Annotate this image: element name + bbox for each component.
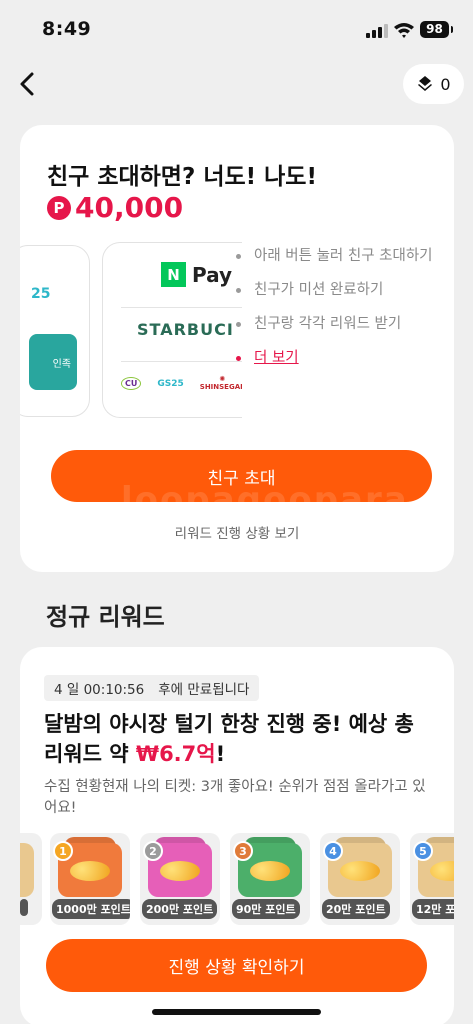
rank-badge: 3 [233,841,253,861]
invite-friend-button[interactable]: 친구 초대 loopagoopara [51,450,432,502]
invite-amount: P 40,000 [47,191,183,224]
store-logos: CU GS25 ✺ SHINSEGAE [121,375,242,391]
brand-card-previous[interactable]: 25 인족 [20,245,90,417]
starbucks-logo: STARBUCI [137,320,234,339]
ticket-count-button[interactable]: 0 [403,64,464,104]
reward-amount: ₩6.7억 [135,742,216,766]
prize-label: 12만 포인트 [412,899,454,919]
coins-icon [70,861,110,881]
gs25-logo: GS25 [157,378,184,389]
brand-card[interactable]: N Pay STARBUCI CU GS25 ✺ SHINSEGAE [102,242,242,418]
point-icon: P [47,195,71,220]
prize-item[interactable]: 3 90만 포인트 [230,833,310,925]
prize-label: 1000만 포인트 [52,899,130,919]
coins-icon [160,861,200,881]
check-progress-button[interactable]: 진행 상황 확인하기 [46,939,427,992]
divider [121,361,242,362]
ticket-count: 0 [440,74,451,94]
invite-amount-value: 40,000 [75,191,184,224]
rank-badge: 4 [323,841,343,861]
divider [121,307,242,308]
cellular-signal-icon [366,24,388,38]
reward-description: 수집 현황현재 나의 티켓: 3개 좋아요! 순위가 점점 올라가고 있어요! [44,779,426,816]
prize-label: 90만 포인트 [232,899,300,919]
status-time: 8:49 [42,18,92,40]
invite-step: 아래 버튼 눌러 친구 초대하기 [236,245,436,267]
ticket-icon [418,76,433,91]
button-watermark: loopagoopara [121,480,409,502]
prize-item[interactable]: 1 1000만 포인트 [50,833,130,925]
reward-progress-link[interactable]: 리워드 진행 상황 보기 [20,522,454,542]
invite-step: 친구가 미션 완료하기 [236,279,436,301]
prize-item-partial[interactable] [20,833,42,925]
rank-badge: 2 [143,841,163,861]
invite-step: 친구랑 각각 리워드 받기 [236,313,436,335]
coins-icon [250,861,290,881]
timer-value: 4 일 00:10:56 [54,682,145,698]
naver-pay-logo: N Pay [161,262,232,287]
rank-badge: 1 [53,841,73,861]
coins-icon [340,861,380,881]
invite-card: 친구 초대하면? 너도! 나도! P 40,000 25 인족 N Pay ST… [20,125,454,572]
prize-item[interactable]: 2 200만 포인트 [140,833,220,925]
naver-n-icon: N [161,262,186,287]
timer-suffix: 후에 만료됩니다 [158,682,250,698]
more-link-item: 더 보기 [236,347,436,369]
rank-badge: 5 [413,841,433,861]
reward-title: 달밤의 야시장 털기 한창 진행 중! 예상 총 리워드 약 ₩6.7억! [44,712,414,766]
prize-label: 200만 포인트 [142,899,218,919]
brand-card-button[interactable]: 인족 [29,334,77,390]
prize-item[interactable]: 5 12만 포인트 [410,833,454,925]
section-title: 정규 리워드 [46,603,165,631]
invite-steps: 아래 버튼 눌러 친구 초대하기 친구가 미션 완료하기 친구랑 각각 리워드 … [236,245,436,381]
status-bar: 8:49 98 [0,0,473,60]
expiry-timer: 4 일 00:10:56 후에 만료됩니다 [44,675,260,701]
cu-logo: CU [121,377,142,391]
prize-item[interactable]: 4 20만 포인트 [320,833,400,925]
gs25-logo-partial: 25 [31,286,51,302]
more-link[interactable]: 더 보기 [254,350,299,366]
invite-title: 친구 초대하면? 너도! 나도! [47,164,317,190]
wifi-icon [394,23,414,38]
battery-icon: 98 [420,21,453,38]
prize-label: 20만 포인트 [322,899,390,919]
prize-carousel[interactable]: 1 1000만 포인트 2 200만 포인트 3 90만 포인트 4 20만 포… [20,833,454,925]
regular-reward-card: 4 일 00:10:56 후에 만료됩니다 달밤의 야시장 털기 한창 진행 중… [20,647,454,1024]
prize-box [20,843,34,897]
home-indicator [152,1009,321,1015]
back-button[interactable] [14,66,44,102]
